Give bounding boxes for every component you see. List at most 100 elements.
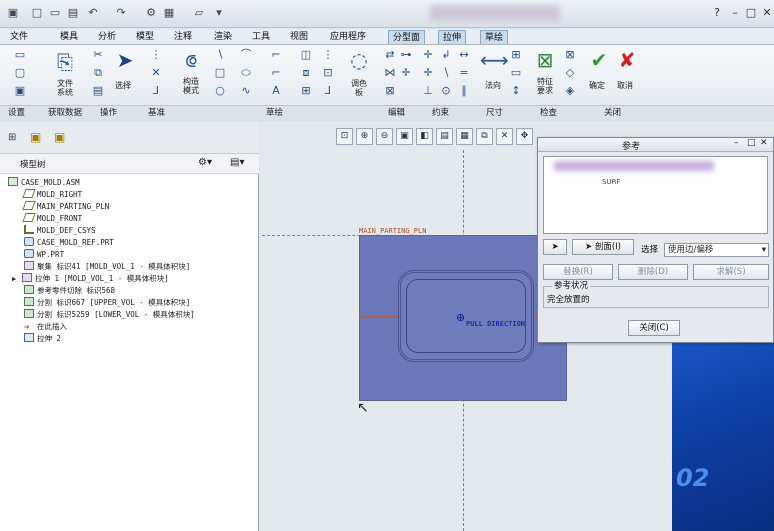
tree-item[interactable]: ▶ 拉伸 1 [MOLD_VOL_1 - 模具体积块] <box>12 273 169 285</box>
group-sketch[interactable]: 草绘 <box>266 108 283 119</box>
centerline-icon[interactable]: ⋮ <box>150 49 162 61</box>
overlapping-icon[interactable]: ⊠ <box>564 49 576 61</box>
divide-icon[interactable]: ⋈ <box>384 67 396 79</box>
delete-segment-icon[interactable]: ✛ <box>400 67 412 79</box>
ellipse-icon[interactable]: ⬭ <box>240 67 252 79</box>
feature-requirements-label[interactable]: 特征 要求 <box>528 77 562 95</box>
reference-dim-icon[interactable]: ↕ <box>510 85 522 97</box>
construction-mode-label[interactable]: 构造 模式 <box>174 77 208 95</box>
cancel-x-icon[interactable]: ✘ <box>614 49 640 71</box>
reference-item[interactable]: SURF <box>602 177 620 187</box>
midpoint-icon[interactable]: ∖ <box>440 67 452 79</box>
mirror-icon[interactable]: ⊶ <box>400 49 412 61</box>
group-dimension[interactable]: 尺寸 <box>486 108 503 119</box>
view-manager-icon[interactable]: ▦ <box>456 128 473 145</box>
group-datum[interactable]: 基准 <box>148 108 165 119</box>
copy-icon[interactable]: ⧉ <box>92 67 104 79</box>
modify-icon[interactable]: ⇄ <box>384 49 396 61</box>
tangent-icon[interactable]: ↲ <box>440 49 452 61</box>
dialog-minimize-icon[interactable]: – <box>734 138 739 148</box>
tab-extrude[interactable]: 拉伸 <box>438 30 467 44</box>
file-system-label[interactable]: 文件 系统 <box>48 79 82 97</box>
palette-label[interactable]: 调色 板 <box>342 79 376 97</box>
csys-icon[interactable]: ⅃ <box>150 85 162 97</box>
refit-icon[interactable]: ⊡ <box>336 128 353 145</box>
tab-view[interactable]: 视图 <box>286 30 312 44</box>
section-button[interactable]: ➤ 剖面(I) <box>572 239 634 255</box>
tree-item[interactable]: ➜ 在此插入 <box>24 321 67 333</box>
tab-annotate[interactable]: 注释 <box>170 30 196 44</box>
vertical-constraint-icon[interactable]: ✛ <box>422 49 434 61</box>
group-get-data[interactable]: 获取数据 <box>48 108 82 119</box>
feature-requirements-icon[interactable]: ⊠ <box>532 49 558 71</box>
datum-display-icon[interactable]: ✕ <box>496 128 513 145</box>
highlight-open-icon[interactable]: ◇ <box>564 67 576 79</box>
normal-label[interactable]: 法向 <box>478 81 508 90</box>
paste-icon[interactable]: ▤ <box>92 85 104 97</box>
line-icon[interactable]: ∖ <box>214 49 226 61</box>
close-window-icon[interactable]: ✕ <box>760 6 774 20</box>
tab-parting-surface[interactable]: 分型面 <box>388 30 426 44</box>
parallel-icon[interactable]: ∥ <box>458 85 470 97</box>
sketch-setup-icon[interactable]: ▭ <box>14 49 26 61</box>
tree-item[interactable]: 拉伸 2 <box>24 333 61 345</box>
display-style-icon[interactable]: ◧ <box>416 128 433 145</box>
group-operations[interactable]: 操作 <box>100 108 117 119</box>
fillet-icon[interactable]: ⌐ <box>270 49 282 61</box>
tab-applications[interactable]: 应用程序 <box>326 30 370 44</box>
cancel-label[interactable]: 取消 <box>610 81 640 90</box>
select-reference-arrow-icon[interactable]: ➤ <box>543 239 567 255</box>
point-icon[interactable]: ✕ <box>150 67 162 79</box>
group-edit[interactable]: 编辑 <box>388 108 405 119</box>
rotate-resize-icon[interactable]: ⊠ <box>384 85 396 97</box>
help-icon[interactable]: ? <box>710 6 724 20</box>
select-label[interactable]: 选择 <box>108 81 138 90</box>
project-icon[interactable]: ⧈ <box>300 67 312 79</box>
sketch-view-icon[interactable]: ▣ <box>14 85 26 97</box>
coincident-icon[interactable]: ⊙ <box>440 85 452 97</box>
zoom-in-icon[interactable]: ⊕ <box>356 128 373 145</box>
select-arrow-icon[interactable]: ➤ <box>112 49 138 71</box>
windows-icon[interactable]: ▦ <box>162 6 176 20</box>
normal-dimension-icon[interactable]: ⟷ <box>480 49 509 71</box>
tab-mold[interactable]: 模具 <box>56 30 82 44</box>
axis-icon[interactable]: ⅃ <box>322 85 334 97</box>
tree-item[interactable]: MOLD_DEF_CSYS <box>24 225 96 237</box>
spin-center-icon[interactable]: ✥ <box>516 128 533 145</box>
tree-item[interactable]: CASE_MOLD_REF.PRT <box>24 237 114 249</box>
shade-closed-icon[interactable]: ◈ <box>564 85 576 97</box>
new-file-icon[interactable]: □ <box>30 6 44 20</box>
ok-check-icon[interactable]: ✔ <box>586 49 612 71</box>
perpendicular-icon[interactable]: ⊥ <box>422 85 434 97</box>
tab-tools[interactable]: 工具 <box>248 30 274 44</box>
group-close[interactable]: 关闭 <box>604 108 621 119</box>
palette-icon[interactable]: ◌ <box>346 49 372 71</box>
saved-views-icon[interactable]: ▤ <box>436 128 453 145</box>
dialog-close-icon[interactable]: ✕ <box>760 138 768 148</box>
palette-small-icon[interactable]: ⊞ <box>300 85 312 97</box>
tree-item[interactable]: 聚集 标识41 [MOLD_VOL_1 - 模具体积块] <box>24 261 190 273</box>
file-system-icon[interactable]: ⎘ <box>52 51 78 73</box>
tab-analysis[interactable]: 分析 <box>94 30 120 44</box>
tree-item[interactable]: CASE_MOLD.ASM <box>8 177 80 189</box>
open-folder-icon[interactable]: ▭ <box>48 6 62 20</box>
spline-icon[interactable]: ∿ <box>240 85 252 97</box>
references-list[interactable]: SURF <box>543 156 768 234</box>
tree-item[interactable]: MOLD_RIGHT <box>22 189 82 201</box>
tree-item[interactable]: WP.PRT <box>24 249 64 261</box>
offset-icon[interactable]: ◫ <box>300 49 312 61</box>
symmetric-icon[interactable]: ↔ <box>458 49 470 61</box>
expand-arrow-icon[interactable]: ▶ <box>12 273 22 285</box>
reference-icon[interactable]: ▢ <box>14 67 26 79</box>
dialog-maximize-icon[interactable]: □ <box>747 138 756 148</box>
solve-button[interactable]: 求解(S) <box>693 264 769 280</box>
select-mode-dropdown[interactable]: 使用边/偏移 ▾ <box>664 243 769 257</box>
thicken-icon[interactable]: ⋮ <box>322 49 334 61</box>
tree-settings-icon[interactable]: ⚙▾ <box>198 157 212 168</box>
close-button[interactable]: 关闭(C) <box>628 320 680 336</box>
replace-button[interactable]: 替换(R) <box>543 264 613 280</box>
tree-item[interactable]: 参考零件切除 标识568 <box>24 285 115 297</box>
customize-icon[interactable]: ▾ <box>212 6 226 20</box>
ok-label[interactable]: 确定 <box>582 81 612 90</box>
folder-icon[interactable]: ▱ <box>192 6 206 20</box>
